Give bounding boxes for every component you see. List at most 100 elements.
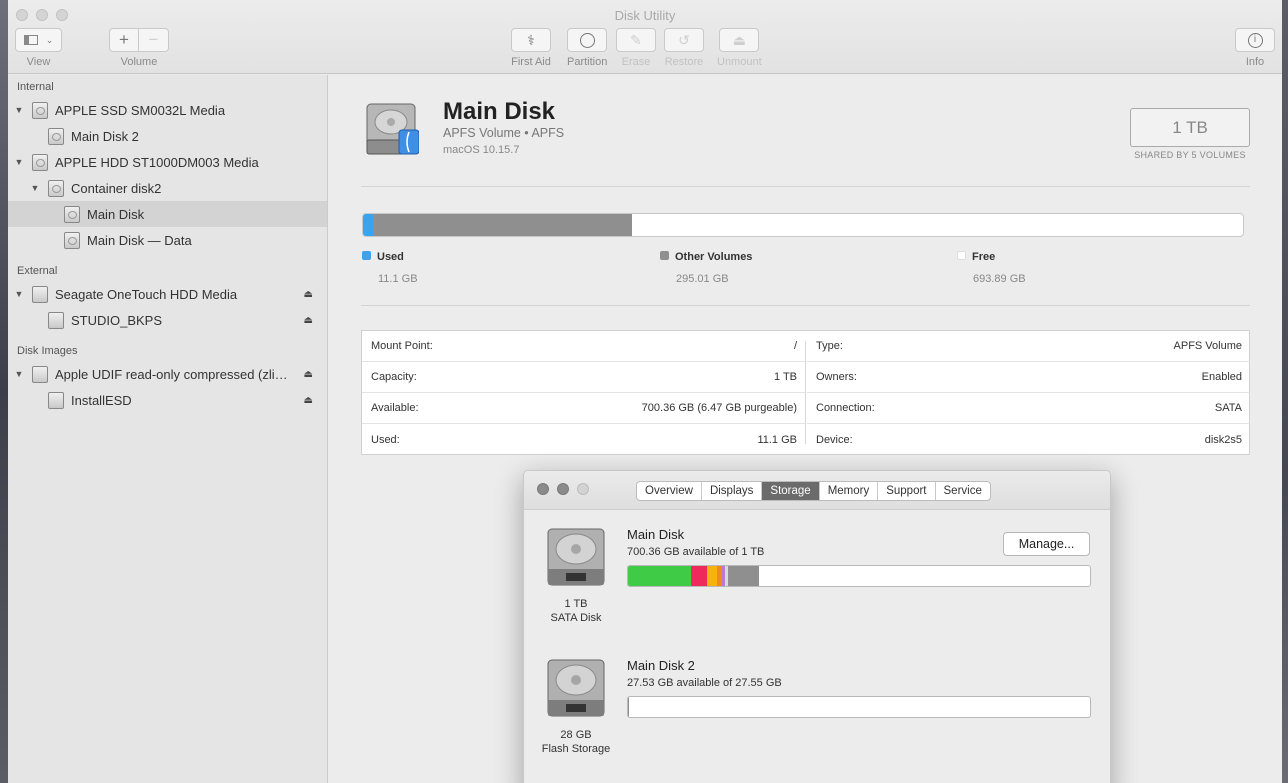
free-swatch [957, 251, 966, 261]
disk1-size: 1 TB [564, 598, 588, 610]
usage-bar-other [372, 214, 633, 236]
window-controls [537, 483, 589, 495]
erase-label: Erase [621, 56, 651, 68]
partition-control: Partition [567, 28, 607, 68]
info-button[interactable]: i [1235, 28, 1275, 52]
tab-overview[interactable]: Overview [637, 482, 702, 500]
info-value: 700.36 GB (6.47 GB purgeable) [641, 402, 797, 414]
info-value: 1 TB [773, 371, 797, 383]
capacity-box: 1 TB [1130, 108, 1250, 147]
sidebar-item-installesd[interactable]: InstallESD ⏏ [8, 387, 327, 413]
hard-disk-icon [32, 101, 48, 119]
usage-bar-used [363, 214, 373, 236]
used-swatch [362, 251, 371, 261]
eject-icon[interactable]: ⏏ [304, 395, 313, 406]
first-aid-label: First Aid [511, 56, 551, 68]
info-label: Available: [371, 402, 419, 414]
sidebar-item-label: Main Disk 2 [71, 128, 139, 144]
sidebar-item-apple-ssd[interactable]: ▼ APPLE SSD SM0032L Media [8, 97, 327, 123]
manage-button[interactable]: Manage... [1003, 532, 1090, 556]
legend-free: Free 693.89 GB [957, 247, 1026, 285]
disclosure-triangle-icon[interactable]: ▼ [11, 157, 27, 167]
sidebar-icon [23, 35, 38, 45]
hard-drive-icon [547, 528, 605, 586]
disclosure-triangle-icon[interactable]: ▼ [11, 105, 27, 115]
section-disk-images: Disk Images [17, 345, 78, 357]
view-control: ⌄ View [15, 28, 62, 68]
tab-service[interactable]: Service [936, 482, 990, 500]
sidebar-item-container-disk2[interactable]: ▼ Container disk2 [8, 175, 327, 201]
disclosure-triangle-icon[interactable]: ▼ [11, 369, 27, 379]
sidebar-item-studio-bkps[interactable]: STUDIO_BKPS ⏏ [8, 307, 327, 333]
divider [361, 186, 1250, 187]
add-volume-button[interactable]: + [109, 28, 139, 52]
first-aid-button[interactable]: ⚕ [511, 28, 551, 52]
eject-icon[interactable]: ⏏ [304, 369, 313, 380]
minus-icon: − [148, 30, 159, 49]
info-label: Used: [371, 433, 400, 446]
restore-label: Restore [664, 56, 704, 68]
sidebar-item-label: InstallESD [71, 392, 132, 408]
sidebar-item-main-disk-2[interactable]: Main Disk 2 [8, 123, 327, 149]
sidebar: Internal ▼ APPLE SSD SM0032L Media Main … [8, 75, 328, 783]
legend-used-value: 11.1 GB [378, 273, 418, 285]
volume-control: + − Volume [109, 28, 169, 68]
sidebar-item-label: STUDIO_BKPS [71, 312, 163, 328]
info-value: Enabled [1201, 371, 1242, 383]
info-column-divider [805, 341, 806, 444]
info-value: 11.1 GB [757, 433, 797, 446]
legend-free-label: Free [972, 251, 996, 263]
info-value: / [793, 340, 797, 352]
storage-segment [628, 566, 692, 586]
zoom-button[interactable] [577, 483, 589, 495]
info-label: Connection: [816, 402, 875, 414]
info-value: SATA [1214, 402, 1242, 414]
sidebar-item-label: APPLE HDD ST1000DM003 Media [55, 154, 259, 170]
restore-icon: ↺ [678, 31, 690, 48]
minimize-button[interactable] [557, 483, 569, 495]
close-button[interactable] [537, 483, 549, 495]
eject-icon[interactable]: ⏏ [304, 315, 313, 326]
restore-button[interactable]: ↺ [664, 28, 704, 52]
storage-segment [707, 566, 717, 586]
tab-bar: Overview Displays Storage Memory Support… [636, 481, 991, 501]
disk1-name: Main Disk [627, 527, 685, 542]
info-control: i Info [1235, 28, 1275, 68]
disclosure-triangle-icon[interactable]: ▼ [11, 289, 27, 299]
info-row-owners: Owners: Enabled [807, 362, 1251, 393]
sidebar-item-main-disk-data[interactable]: Main Disk — Data [8, 227, 327, 253]
sidebar-item-apple-hdd[interactable]: ▼ APPLE HDD ST1000DM003 Media [8, 149, 327, 175]
sidebar-item-udif[interactable]: ▼ Apple UDIF read-only compressed (zli… … [8, 361, 327, 387]
eject-icon[interactable]: ⏏ [304, 289, 313, 300]
tab-support[interactable]: Support [878, 482, 936, 500]
desktop-left-edge [0, 0, 8, 783]
volume-icon [64, 205, 80, 223]
info-row-mount-point: Mount Point: / [362, 331, 806, 362]
disk1-kind: SATA Disk [550, 612, 602, 624]
erase-button[interactable]: ✎ [616, 28, 656, 52]
legend-free-value: 693.89 GB [973, 273, 1026, 285]
divider [361, 305, 1250, 306]
view-button[interactable]: ⌄ [15, 28, 62, 52]
stethoscope-icon: ⚕ [527, 31, 535, 48]
sidebar-item-label: Seagate OneTouch HDD Media [55, 286, 238, 302]
plus-icon: + [119, 30, 129, 49]
sidebar-item-main-disk[interactable]: Main Disk [8, 201, 327, 227]
unmount-button[interactable]: ⏏ [719, 28, 760, 52]
sidebar-item-label: APPLE SSD SM0032L Media [55, 102, 226, 118]
disclosure-triangle-icon[interactable]: ▼ [27, 183, 43, 193]
partition-label: Partition [567, 56, 608, 68]
unmount-control: ⏏ Unmount [717, 28, 762, 68]
tab-storage[interactable]: Storage [762, 482, 820, 500]
disk2-kind: Flash Storage [541, 743, 611, 755]
tab-memory[interactable]: Memory [820, 482, 879, 500]
tab-displays[interactable]: Displays [702, 482, 763, 500]
remove-volume-button[interactable]: − [139, 28, 169, 52]
info-row-device: Device: disk2s5 [807, 424, 1251, 455]
flash-storage-icon [547, 659, 605, 717]
sidebar-item-label: Main Disk [87, 206, 145, 222]
shared-note: SHARED BY 5 VOLUMES [1134, 150, 1246, 160]
info-row-type: Type: APFS Volume [807, 331, 1251, 362]
sidebar-item-seagate[interactable]: ▼ Seagate OneTouch HDD Media ⏏ [8, 281, 327, 307]
partition-button[interactable] [567, 28, 608, 52]
